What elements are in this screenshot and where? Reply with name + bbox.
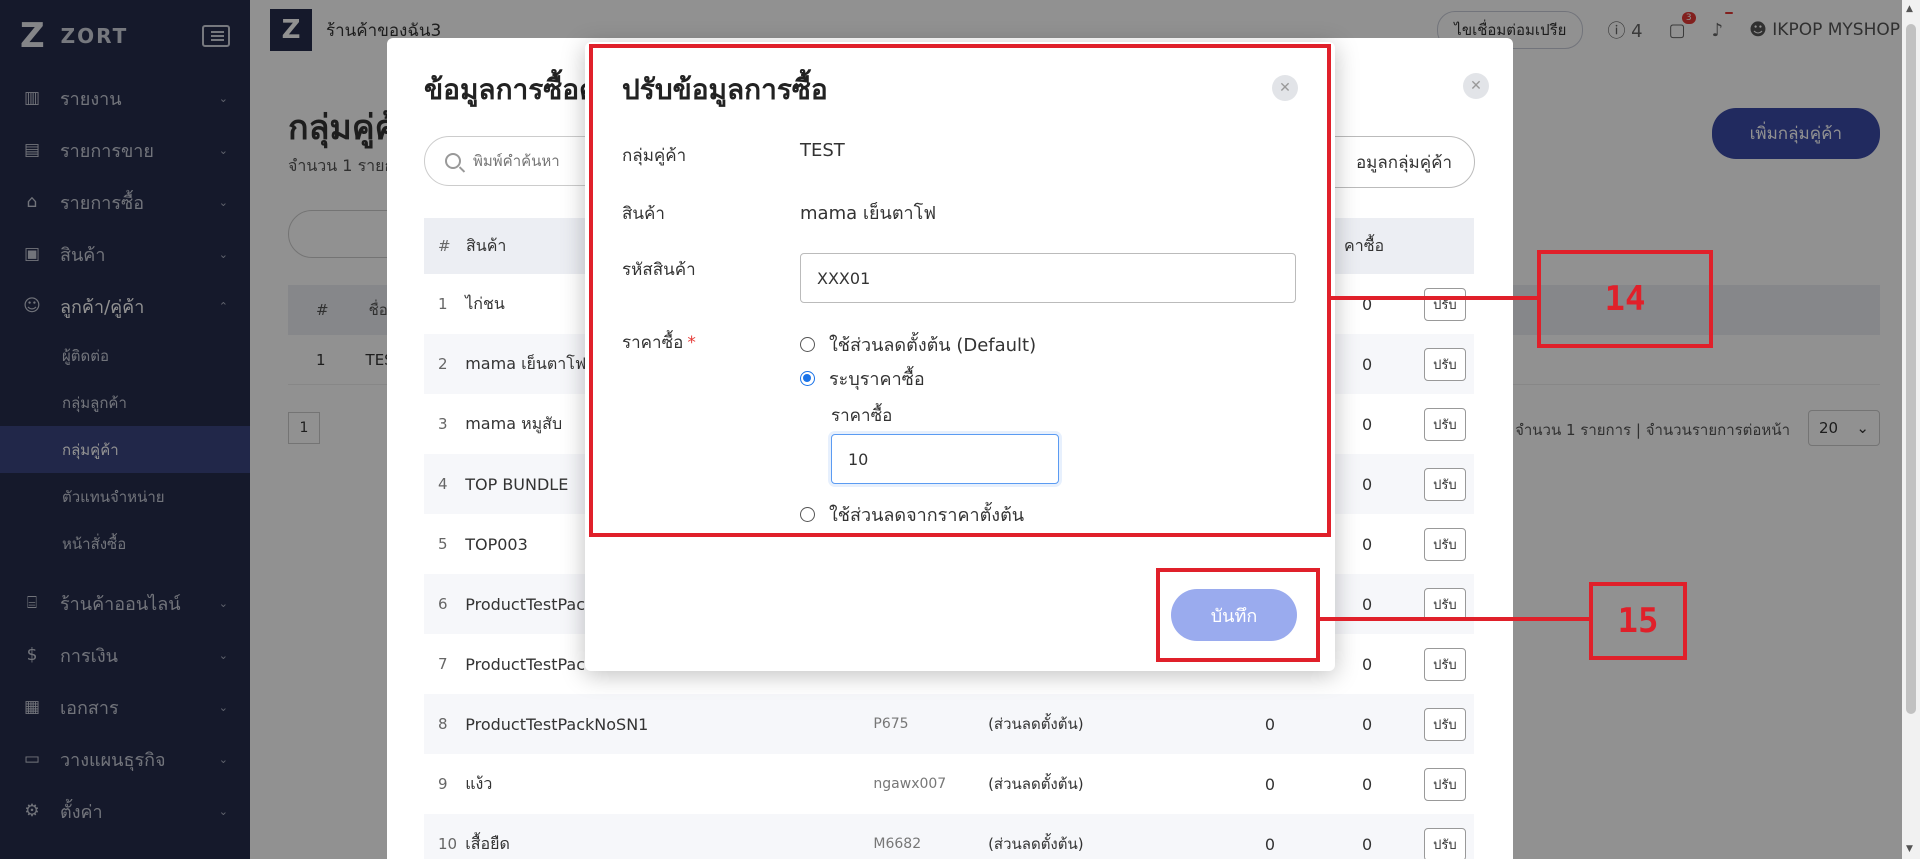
sale-value: 0 — [1264, 774, 1276, 794]
discount-type: (ส่วนลดตั้งต้น) — [988, 775, 1084, 793]
row-number: 6 — [438, 595, 448, 613]
adjust-button[interactable]: ปรับ — [1424, 407, 1466, 441]
row-action: ปรับ — [1416, 767, 1474, 801]
annotation-box-save — [1156, 568, 1320, 662]
annotation-box-form — [589, 44, 1331, 537]
table-row: 8 ProductTestPackNoSN1 P675 (ส่วนลดตั้งต้น)… — [424, 694, 1474, 754]
product-sku: ngawx007 — [873, 776, 947, 792]
row-number: 10 — [438, 835, 458, 853]
close-icon[interactable]: ✕ — [1463, 73, 1489, 99]
outer-modal-title: ข้อมูลการซื้อต — [424, 73, 598, 106]
row-number: 3 — [438, 415, 448, 433]
row-action: ปรับ — [1416, 707, 1474, 741]
scroll-up-icon[interactable]: ▲ — [1906, 4, 1913, 14]
buy-price: 0 — [1362, 834, 1373, 854]
buy-price: 0 — [1362, 774, 1373, 794]
row-number: 2 — [438, 355, 448, 373]
annotation-label-14: 14 — [1537, 250, 1713, 348]
row-action: ปรับ — [1416, 827, 1474, 859]
adjust-button[interactable]: ปรับ — [1424, 467, 1466, 501]
row-number: 1 — [438, 295, 448, 313]
row-action: ปรับ — [1416, 287, 1474, 321]
sale-value: 0 — [1264, 834, 1276, 854]
discount-type: (ส่วนลดตั้งต้น) — [988, 715, 1084, 733]
adjust-button[interactable]: ปรับ — [1424, 287, 1466, 321]
adjust-button[interactable]: ปรับ — [1424, 707, 1466, 741]
product-name: เสื้อยืด — [465, 833, 510, 853]
row-number: 9 — [438, 775, 448, 793]
page-scrollbar[interactable]: ▲ ▼ — [1902, 0, 1920, 859]
discount-type: (ส่วนลดตั้งต้น) — [988, 835, 1084, 853]
product-sku: M6682 — [873, 836, 922, 852]
row-number: 8 — [438, 715, 448, 733]
table-row: 10 เสื้อยืด M6682 (ส่วนลดตั้งต้น) 0 0 ปรับ — [424, 814, 1474, 859]
product-name: แง้ว — [465, 773, 493, 793]
buy-price: 0 — [1362, 714, 1373, 734]
annotation-line-14 — [1331, 296, 1539, 300]
table-row: 9 แง้ว ngawx007 (ส่วนลดตั้งต้น) 0 0 ปรับ — [424, 754, 1474, 814]
annotation-label-15: 15 — [1589, 582, 1687, 660]
adjust-button[interactable]: ปรับ — [1424, 767, 1466, 801]
row-action: ปรับ — [1416, 467, 1474, 501]
row-number: 7 — [438, 655, 448, 673]
product-sku: P675 — [873, 716, 909, 732]
adjust-button[interactable]: ปรับ — [1424, 827, 1466, 859]
annotation-line-15 — [1320, 617, 1591, 621]
row-number: 5 — [438, 535, 448, 553]
row-action: ปรับ — [1416, 407, 1474, 441]
adjust-button[interactable]: ปรับ — [1424, 527, 1466, 561]
adjust-button[interactable]: ปรับ — [1424, 587, 1466, 621]
row-action: ปรับ — [1416, 587, 1474, 621]
adjust-button[interactable]: ปรับ — [1424, 347, 1466, 381]
sale-value: 0 — [1264, 714, 1276, 734]
adjust-button[interactable]: ปรับ — [1424, 647, 1466, 681]
scroll-down-icon[interactable]: ▼ — [1906, 844, 1913, 854]
scroll-thumb[interactable] — [1906, 24, 1916, 714]
row-action: ปรับ — [1416, 347, 1474, 381]
row-action: ปรับ — [1416, 527, 1474, 561]
row-number: 4 — [438, 475, 448, 493]
search-icon — [445, 153, 461, 169]
product-name: ProductTestPackNoSN1 — [465, 714, 649, 734]
row-action: ปรับ — [1416, 647, 1474, 681]
